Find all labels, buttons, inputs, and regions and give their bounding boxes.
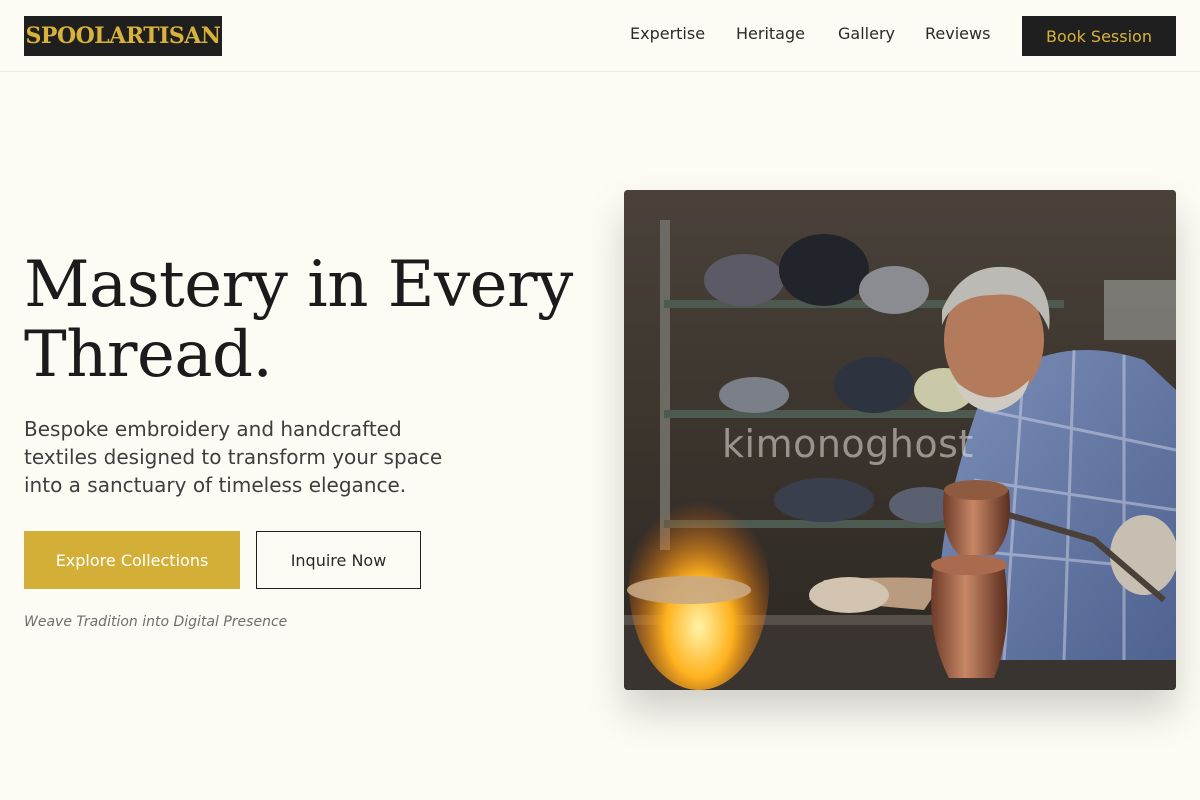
image-watermark: kimonoghost: [722, 422, 974, 466]
hero-title: Mastery in Every Thread.: [24, 248, 573, 392]
nav-link-expertise[interactable]: Expertise: [630, 24, 705, 44]
hero-tagline: Weave Tradition into Digital Presence: [24, 614, 288, 630]
explore-collections-button[interactable]: Explore Collections: [24, 531, 240, 589]
inquire-now-button[interactable]: Inquire Now: [256, 531, 421, 589]
nav-link-gallery[interactable]: Gallery: [838, 24, 895, 44]
book-session-button[interactable]: Book Session: [1022, 16, 1176, 56]
hero-subtitle: Bespoke embroidery and handcrafted texti…: [24, 417, 443, 497]
nav-link-reviews[interactable]: Reviews: [925, 24, 990, 44]
nav-link-heritage[interactable]: Heritage: [736, 24, 805, 44]
main-nav: Expertise Heritage Gallery Reviews: [0, 0, 1200, 72]
site-header: SPOOLARTISAN Expertise Heritage Gallery …: [0, 0, 1200, 72]
hero-artisan-photo: kimonoghost: [624, 190, 1176, 690]
